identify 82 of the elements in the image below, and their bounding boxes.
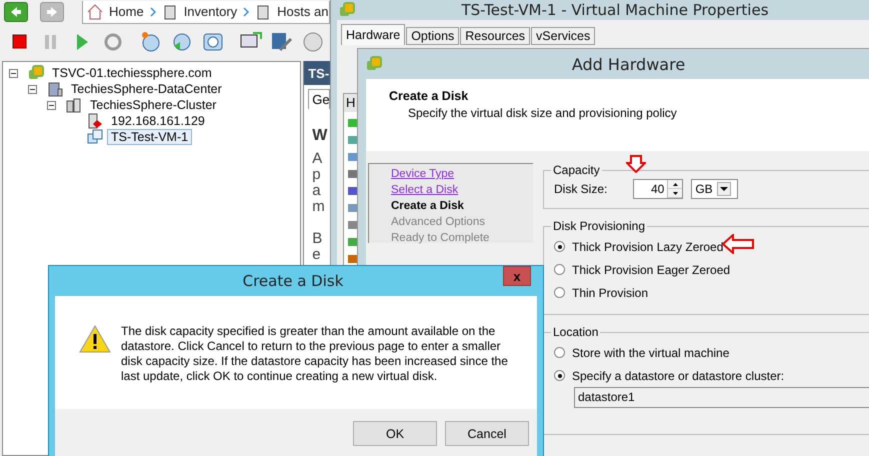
unit-dropdown[interactable]: GB bbox=[691, 179, 738, 199]
close-button[interactable]: x bbox=[503, 266, 531, 286]
collapse-toggle[interactable] bbox=[9, 68, 18, 78]
tab[interactable]: Options bbox=[406, 27, 460, 45]
tab[interactable]: Hardware bbox=[341, 24, 406, 45]
collapse-toggle[interactable] bbox=[47, 100, 56, 110]
cancel-button[interactable]: Cancel bbox=[445, 421, 529, 446]
dialog-message: The disk capacity specified is greater than the amount available on the datastore. Click Cancel to return to the previous page to enter a smaller disk capacity size. If the datastore capacity has been increased since the last update, click OK to continue creating a new virtual disk. bbox=[121, 324, 509, 385]
panel-text: B bbox=[312, 231, 324, 247]
tab[interactable]: Resources bbox=[460, 27, 530, 45]
panel-text: a bbox=[312, 183, 322, 199]
window-title: TS-Test-VM-1 - Virtual Machine Properties bbox=[460, 1, 770, 19]
device-icon bbox=[347, 202, 359, 214]
panel-tab[interactable]: Ge bbox=[308, 89, 330, 109]
tree-item[interactable]: TechiesSphere-Cluster bbox=[86, 97, 220, 113]
panel-heading: W bbox=[312, 127, 328, 145]
device-icon bbox=[347, 151, 359, 163]
up-caret-icon bbox=[672, 182, 678, 186]
disk-size-field[interactable]: 40 bbox=[633, 179, 684, 199]
wizard-step[interactable]: Create a Disk bbox=[391, 198, 533, 214]
field-label: Disk Size: bbox=[554, 182, 608, 196]
building-icon bbox=[47, 81, 63, 97]
radio-option[interactable]: Thin Provision bbox=[554, 281, 869, 304]
spin-up-button[interactable] bbox=[668, 180, 682, 189]
chevron-icon bbox=[243, 6, 250, 16]
group-label: Location bbox=[552, 325, 600, 339]
back-arrow-icon bbox=[10, 6, 22, 18]
disc-icon bbox=[301, 30, 325, 54]
dialog-title: Create a Disk bbox=[242, 272, 344, 290]
tree-item[interactable]: TSVC-01.techiessphere.com bbox=[48, 65, 216, 81]
panel-text: p bbox=[312, 167, 322, 183]
panel-text: A bbox=[312, 151, 324, 167]
datastore-field[interactable]: datastore1 bbox=[574, 387, 869, 408]
tree-item[interactable]: TechiesSphere-DataCenter bbox=[67, 81, 226, 97]
device-icon bbox=[347, 168, 359, 180]
home-icon bbox=[87, 4, 103, 20]
disc-button[interactable] bbox=[301, 30, 325, 54]
window-title: Add Hardware bbox=[570, 54, 686, 74]
tree-item[interactable]: 192.168.161.129 bbox=[107, 113, 209, 129]
ok-button[interactable]: OK bbox=[353, 421, 437, 446]
forward-arrow-icon bbox=[46, 6, 58, 18]
radio-option[interactable]: Thick Provision Eager Zeroed bbox=[554, 258, 869, 281]
panel-title: TS- bbox=[304, 61, 330, 85]
down-caret-icon bbox=[672, 192, 678, 194]
down-arrow-icon bbox=[626, 155, 646, 173]
virtual-machine-icon bbox=[87, 129, 103, 145]
device-icon bbox=[347, 185, 359, 197]
vmware-logo-icon bbox=[339, 2, 355, 18]
vmware-logo-icon bbox=[366, 56, 382, 72]
step-link[interactable]: Select a Disk bbox=[391, 182, 533, 198]
device-icon bbox=[347, 236, 359, 248]
group-label: Disk Provisioning bbox=[552, 219, 646, 233]
breadcrumb-link[interactable]: Hosts an bbox=[277, 4, 328, 19]
group-label: Capacity bbox=[552, 163, 601, 177]
device-icon bbox=[347, 219, 359, 231]
left-arrow-icon bbox=[722, 234, 754, 254]
radio-option[interactable]: Store with the virtual machine bbox=[554, 341, 869, 364]
servers-icon bbox=[66, 97, 82, 113]
dropdown-button[interactable] bbox=[716, 182, 731, 196]
device-icon bbox=[347, 134, 359, 146]
warning-icon bbox=[79, 324, 111, 354]
step-link[interactable]: Device Type bbox=[391, 166, 533, 182]
back-button[interactable] bbox=[4, 2, 28, 22]
tree-item[interactable]: TS-Test-VM-1 bbox=[107, 129, 192, 145]
radio-option[interactable]: Thick Provision Lazy Zeroed bbox=[554, 235, 869, 258]
breadcrumb-link[interactable]: Inventory bbox=[184, 4, 238, 19]
device-icon bbox=[347, 117, 359, 129]
forward-button[interactable] bbox=[40, 2, 64, 22]
caret-icon bbox=[720, 187, 728, 191]
panel-text: e bbox=[312, 247, 322, 263]
tab[interactable]: vServices bbox=[531, 27, 596, 45]
spin-down-button[interactable] bbox=[668, 189, 682, 198]
server-warning-icon bbox=[87, 113, 103, 129]
breadcrumb-link[interactable]: Home bbox=[109, 4, 144, 19]
collapse-toggle[interactable] bbox=[28, 84, 37, 94]
panel-text: m bbox=[312, 199, 326, 215]
step-title: Create a Disk bbox=[389, 89, 470, 103]
chevron-icon bbox=[150, 6, 156, 16]
device-icon bbox=[347, 253, 359, 265]
step-subtitle: Specify the virtual disk size and provisioning policy bbox=[407, 106, 678, 120]
radio-option[interactable]: Specify a datastore or datastore cluster: bbox=[554, 364, 869, 387]
vmware-logo-icon bbox=[28, 65, 44, 81]
